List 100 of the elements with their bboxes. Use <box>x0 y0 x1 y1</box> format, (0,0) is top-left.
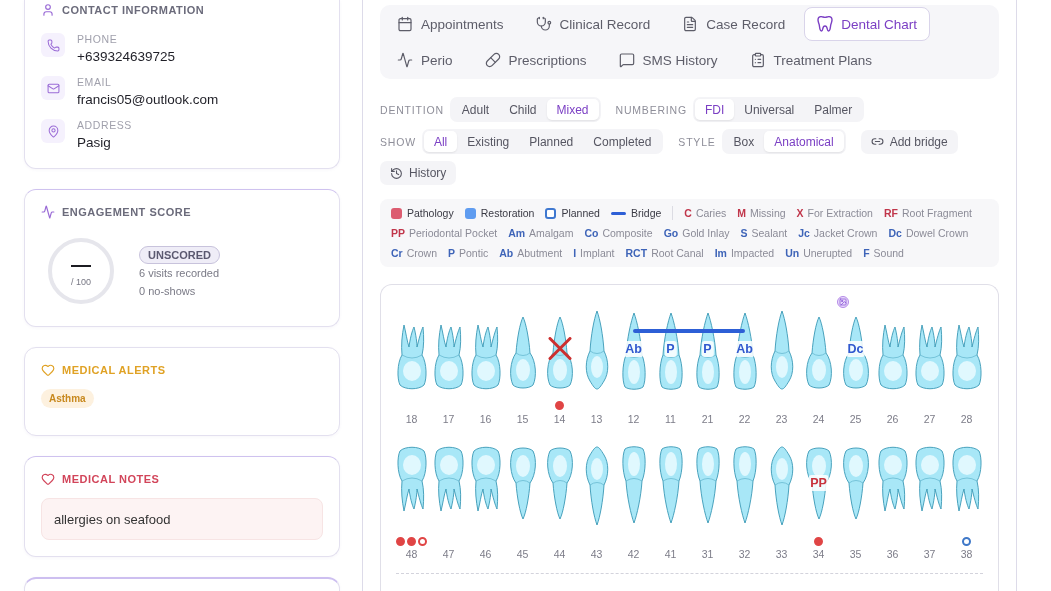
tooth-number: 42 <box>627 548 640 560</box>
segment-option[interactable]: Planned <box>519 131 584 152</box>
segment-option[interactable]: Completed <box>583 131 662 152</box>
history-icon <box>390 166 403 180</box>
tooth-number: 41 <box>664 548 677 560</box>
tooth-code: P <box>701 341 714 357</box>
tooth-number: 27 <box>923 413 936 425</box>
segment-option[interactable]: Child <box>499 99 547 120</box>
legend-code: F <box>863 247 870 259</box>
tooth-number: 33 <box>775 548 788 560</box>
heart-icon <box>41 363 55 377</box>
segment-option[interactable]: Adult <box>451 99 500 120</box>
tooth-number: 14 <box>553 413 566 425</box>
stethoscope-icon <box>535 16 552 32</box>
image-badge-icon[interactable] <box>837 296 849 308</box>
tooth-code: Dc <box>845 341 866 357</box>
pill-icon <box>484 52 501 68</box>
legend-label: Planned <box>561 207 600 219</box>
tooth-number: 32 <box>738 548 751 560</box>
tooth-code: P <box>664 341 677 357</box>
alert-tag: Asthma <box>41 389 94 408</box>
link-icon <box>870 135 884 148</box>
option-label: DENTITION <box>380 103 444 116</box>
legend-label: Root Fragment <box>901 207 972 219</box>
pulse-icon <box>41 205 55 219</box>
legend-code: Dc <box>888 227 902 239</box>
tooth-icon[interactable] <box>950 446 983 512</box>
nav-tab[interactable]: Dental Chart <box>804 7 930 41</box>
score-value: — <box>71 254 91 273</box>
tooth-number: 11 <box>665 413 676 425</box>
tooth-number: 23 <box>775 413 788 425</box>
tooth-icon[interactable] <box>395 324 428 390</box>
legend-code: C <box>684 207 692 219</box>
segment-option[interactable]: Universal <box>734 99 805 120</box>
legend-code: RCT <box>625 247 648 259</box>
segment-option[interactable]: Box <box>723 131 765 152</box>
legend-code: Cr <box>391 247 403 259</box>
section-title: ENGAGEMENT SCORE <box>62 205 191 219</box>
status-badge: UNSCORED <box>139 246 220 264</box>
tooth-icon[interactable] <box>469 324 502 390</box>
segment-option[interactable]: Existing <box>457 131 520 152</box>
clipboard-icon <box>749 52 766 68</box>
tooth-icon[interactable] <box>395 446 428 512</box>
tooth-number: 35 <box>849 548 862 560</box>
tooth-number: 46 <box>479 548 492 560</box>
tooth-number: 13 <box>590 413 603 425</box>
legend-code: P <box>448 247 456 259</box>
tooth-icon[interactable] <box>432 446 465 512</box>
history-button[interactable]: History <box>380 161 457 185</box>
segment-option[interactable]: Palmer <box>804 99 863 120</box>
legend-label: Crown <box>406 247 437 259</box>
location-pin-icon <box>41 119 65 143</box>
nav-tab[interactable]: SMS History <box>605 43 731 77</box>
tooth-number: 21 <box>701 413 714 425</box>
tooth-icon[interactable] <box>913 324 946 390</box>
tooth-icon[interactable] <box>469 446 502 512</box>
tooth-icon[interactable] <box>950 324 983 390</box>
nav-tab[interactable]: Case Record <box>669 7 799 41</box>
legend-label: Abutment <box>517 247 563 259</box>
option-label: STYLE <box>678 135 716 148</box>
legend-code: Jc <box>798 227 810 239</box>
legend-code: RF <box>883 207 898 219</box>
nav-tab[interactable]: Prescriptions <box>471 43 600 77</box>
legend-label: Composite <box>602 227 653 239</box>
tooth-number: 34 <box>812 548 825 560</box>
tooth-number: 45 <box>516 548 529 560</box>
tooth-icon[interactable] <box>876 446 909 512</box>
legend-label: Periodontal Pocket <box>409 227 498 239</box>
nav-tab[interactable]: Clinical Record <box>522 7 664 41</box>
tooth-icon[interactable] <box>876 324 909 390</box>
tooth-icon[interactable] <box>432 324 465 390</box>
stat-text: 6 visits recorded <box>139 266 220 281</box>
tooth-code: Ab <box>623 341 644 357</box>
legend-code: M <box>737 207 746 219</box>
legend-code: I <box>573 247 577 259</box>
section-title: MEDICAL ALERTS <box>62 363 166 377</box>
tooth-number: 12 <box>627 413 640 425</box>
tooth-number: 15 <box>516 413 529 425</box>
tooth-icon[interactable] <box>913 446 946 512</box>
legend-code: S <box>740 227 748 239</box>
tooth-number: 28 <box>960 413 973 425</box>
nav-tab[interactable]: Perio <box>384 43 466 77</box>
tooth-number: 16 <box>479 413 492 425</box>
add-bridge-button[interactable]: Add bridge <box>860 129 958 154</box>
field-value: +639324639725 <box>77 48 175 65</box>
legend-label: Sealant <box>751 227 788 239</box>
stat-text: 0 no-shows <box>139 284 196 299</box>
legend-label: Restoration <box>480 207 535 219</box>
calendar-icon <box>397 16 413 32</box>
segment-option[interactable]: Mixed <box>546 99 599 120</box>
legend-code: Go <box>663 227 679 239</box>
segment-option[interactable]: All <box>423 131 458 152</box>
nav-tab[interactable]: Appointments <box>384 7 517 41</box>
field-label: EMAIL <box>77 76 113 89</box>
tooth-number: 36 <box>886 548 899 560</box>
nav-tab[interactable]: Treatment Plans <box>736 43 886 77</box>
tooth-number: 31 <box>701 548 714 560</box>
segment-option[interactable]: Anatomical <box>764 131 844 152</box>
field-value: Pasig <box>77 134 112 151</box>
segment-option[interactable]: FDI <box>694 99 735 120</box>
